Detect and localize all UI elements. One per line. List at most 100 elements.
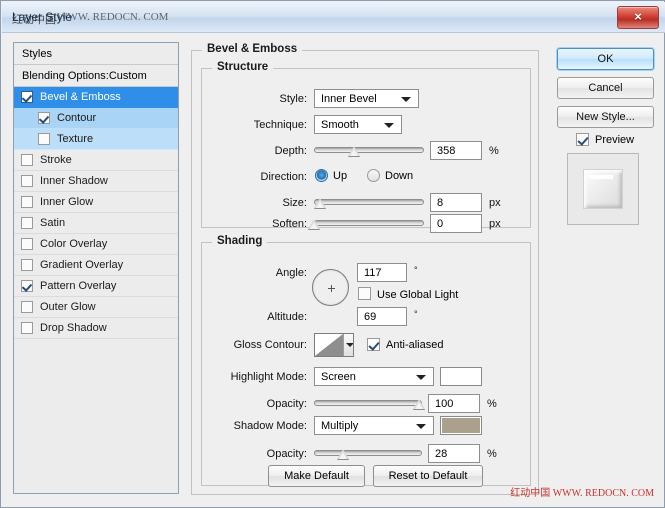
effect-checkbox[interactable]: [21, 175, 33, 187]
shadow-opacity-thumb[interactable]: [337, 449, 350, 459]
effect-row[interactable]: Drop Shadow: [14, 318, 178, 339]
new-style-button[interactable]: New Style...: [557, 106, 654, 128]
size-slider[interactable]: [313, 195, 424, 209]
altitude-unit: °: [414, 309, 418, 319]
preview-thumbnail: [567, 153, 639, 225]
angle-input[interactable]: 117: [357, 263, 407, 282]
shadow-color-swatch[interactable]: [440, 416, 482, 435]
depth-slider[interactable]: [314, 143, 424, 157]
effect-row[interactable]: Texture: [14, 129, 178, 150]
chevron-down-icon: [416, 375, 426, 380]
chevron-down-icon: [416, 424, 426, 429]
effects-list: Bevel & Emboss Contour Texture Stroke Inner …: [14, 87, 178, 339]
effect-label: Pattern Overlay: [40, 280, 117, 292]
shadow-mode-value: Multiply: [321, 420, 359, 432]
effect-label: Outer Glow: [40, 301, 96, 313]
highlight-opacity-input[interactable]: 100: [428, 394, 480, 413]
highlight-opacity-thumb[interactable]: [412, 399, 425, 409]
depth-unit: %: [489, 145, 499, 157]
soften-slider[interactable]: [308, 216, 424, 230]
effect-label: Inner Glow: [40, 196, 94, 208]
style-dropdown-value: Inner Bevel: [321, 93, 377, 105]
make-default-button[interactable]: Make Default: [268, 465, 365, 487]
depth-slider-thumb[interactable]: [347, 146, 360, 156]
ok-button[interactable]: OK: [557, 48, 654, 70]
soften-input[interactable]: 0: [430, 214, 482, 233]
effect-label: Contour: [57, 112, 97, 124]
effect-label: Gradient Overlay: [40, 259, 124, 271]
effect-label: Color Overlay: [40, 238, 108, 250]
soften-label: Soften:: [272, 218, 307, 230]
angle-unit: °: [414, 265, 418, 275]
shadow-opacity-label: Opacity:: [266, 448, 307, 460]
effect-row[interactable]: Inner Glow: [14, 192, 178, 213]
angle-dial[interactable]: [312, 269, 349, 306]
highlight-mode-label: Highlight Mode:: [230, 371, 307, 383]
anti-aliased-checkbox[interactable]: [367, 338, 380, 351]
gloss-contour-dropdown-button[interactable]: [343, 334, 353, 356]
size-input[interactable]: 8: [430, 193, 482, 212]
highlight-mode-dropdown[interactable]: Screen: [314, 367, 434, 386]
direction-down-radio[interactable]: [367, 169, 380, 182]
effect-row[interactable]: Stroke: [14, 150, 178, 171]
effect-checkbox[interactable]: [21, 238, 33, 250]
effect-checkbox[interactable]: [38, 112, 50, 124]
effect-row[interactable]: Color Overlay: [14, 234, 178, 255]
effect-row[interactable]: Outer Glow: [14, 297, 178, 318]
reset-to-default-button[interactable]: Reset to Default: [373, 465, 483, 487]
direction-down-label: Down: [385, 170, 414, 182]
depth-slider-track: [314, 147, 424, 153]
contour-curve-icon: [315, 334, 343, 356]
preview-label: Preview: [595, 134, 635, 146]
effect-row[interactable]: Bevel & Emboss: [14, 87, 178, 108]
dialog-actions: OK Cancel New Style... Preview: [549, 42, 659, 494]
soften-slider-thumb[interactable]: [308, 219, 320, 229]
close-button[interactable]: ×: [617, 6, 659, 29]
effect-row[interactable]: Contour: [14, 108, 178, 129]
direction-up-radio[interactable]: [315, 169, 328, 182]
effect-row[interactable]: Satin: [14, 213, 178, 234]
effect-row[interactable]: Inner Shadow: [14, 171, 178, 192]
technique-dropdown[interactable]: Smooth: [314, 115, 402, 134]
effect-checkbox[interactable]: [21, 196, 33, 208]
effect-checkbox[interactable]: [21, 301, 33, 313]
size-slider-thumb[interactable]: [313, 198, 326, 208]
title-bar: Layer Style 红动中国 WWW. REDOCN. COM ×: [2, 2, 665, 33]
shadow-mode-label: Shadow Mode:: [233, 420, 307, 432]
make-default-label: Make Default: [284, 470, 349, 482]
depth-input[interactable]: 358: [430, 141, 482, 160]
effect-checkbox[interactable]: [21, 280, 33, 292]
altitude-label: Altitude:: [267, 311, 307, 323]
effect-label: Drop Shadow: [40, 322, 107, 334]
style-label: Style:: [279, 93, 307, 105]
effect-label: Texture: [57, 133, 94, 145]
shadow-opacity-slider[interactable]: [314, 446, 422, 460]
effect-checkbox[interactable]: [38, 133, 50, 145]
highlight-color-swatch[interactable]: [440, 367, 482, 386]
style-dropdown[interactable]: Inner Bevel: [314, 89, 419, 108]
blending-options-row[interactable]: Blending Options:Custom: [14, 65, 178, 87]
styles-panel: Styles Blending Options:Custom Bevel & E…: [13, 42, 179, 494]
highlight-opacity-value: 100: [435, 398, 454, 410]
effect-checkbox[interactable]: [21, 217, 33, 229]
highlight-opacity-slider[interactable]: [314, 396, 425, 410]
chevron-down-icon: [384, 123, 394, 128]
blending-options-label: Blending Options:Custom: [22, 70, 147, 82]
shadow-opacity-input[interactable]: 28: [428, 444, 480, 463]
use-global-light-checkbox[interactable]: [358, 287, 371, 300]
shadow-mode-dropdown[interactable]: Multiply: [314, 416, 434, 435]
effect-checkbox[interactable]: [21, 322, 33, 334]
effect-label: Bevel & Emboss: [40, 91, 121, 103]
preview-checkbox[interactable]: [576, 133, 589, 146]
title-watermark-url: WWW. REDOCN. COM: [57, 11, 169, 23]
cancel-button[interactable]: Cancel: [557, 77, 654, 99]
effect-row[interactable]: Pattern Overlay: [14, 276, 178, 297]
effect-checkbox[interactable]: [21, 154, 33, 166]
effect-checkbox[interactable]: [21, 91, 33, 103]
size-slider-track: [314, 199, 424, 205]
technique-label: Technique:: [253, 119, 307, 131]
gloss-contour-preview[interactable]: [314, 333, 354, 357]
effect-row[interactable]: Gradient Overlay: [14, 255, 178, 276]
effect-checkbox[interactable]: [21, 259, 33, 271]
altitude-input[interactable]: 69: [357, 307, 407, 326]
